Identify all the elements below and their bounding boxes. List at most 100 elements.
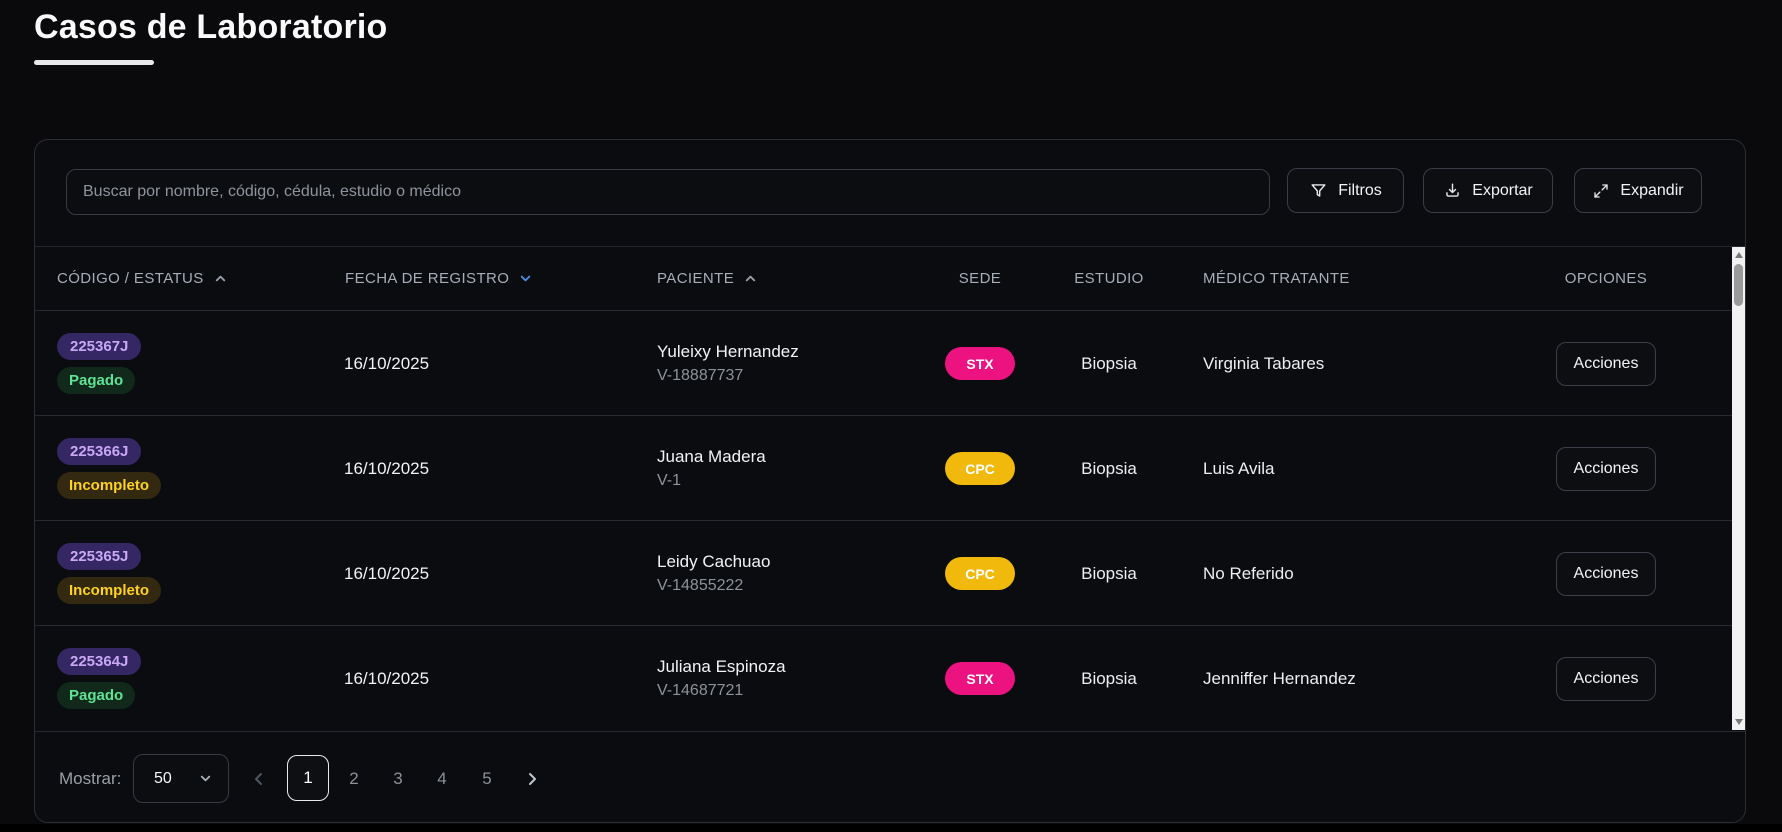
sort-desc-active-icon xyxy=(518,271,533,286)
expand-button-label: Expandir xyxy=(1620,181,1684,199)
cases-card: Filtros Exportar Expandir CÓDIGO / ESTAT… xyxy=(34,139,1746,823)
pagination-bar: Mostrar: 50 1 2 3 4 5 xyxy=(35,731,1745,822)
study-cell: Biopsia xyxy=(1081,458,1137,478)
sede-cell: STX xyxy=(920,311,1040,416)
column-label: ESTUDIO xyxy=(1074,270,1144,287)
date-cell: 16/10/2025 xyxy=(344,563,430,583)
case-code-badge: 225367J xyxy=(57,333,142,360)
column-label: SEDE xyxy=(958,270,1002,287)
column-header-code-status[interactable]: CÓDIGO / ESTATUS xyxy=(57,247,228,310)
patient-cell: Yuleixy Hernandez V-18887737 xyxy=(657,311,917,416)
column-label: PACIENTE xyxy=(657,270,735,287)
table-row: 225367J Pagado 16/10/2025 Yuleixy Hernan… xyxy=(35,310,1745,416)
actions-cell: Acciones xyxy=(1546,311,1666,416)
code-status-cell: 225367J Pagado xyxy=(57,311,142,416)
sede-badge: STX xyxy=(945,347,1015,380)
sede-cell: STX xyxy=(920,626,1040,731)
status-badge: Pagado xyxy=(57,682,136,709)
doctor-cell: Jenniffer Hernandez xyxy=(1203,668,1356,688)
bottom-strip xyxy=(0,824,1782,832)
study-cell: Biopsia xyxy=(1081,668,1137,688)
code-status-cell: 225365J Incompleto xyxy=(57,521,162,626)
previous-page-button[interactable] xyxy=(247,732,271,822)
download-icon xyxy=(1443,181,1462,200)
date-cell: 16/10/2025 xyxy=(344,668,430,688)
column-label: MÉDICO TRATANTE xyxy=(1203,270,1350,287)
scrollbar-thumb[interactable] xyxy=(1734,264,1743,306)
actions-cell: Acciones xyxy=(1546,626,1666,731)
filters-button[interactable]: Filtros xyxy=(1287,168,1404,213)
chevron-down-icon xyxy=(198,771,213,786)
page-button-5[interactable]: 5 xyxy=(469,732,505,822)
column-header-sede: SEDE xyxy=(920,247,1040,310)
status-badge: Pagado xyxy=(57,367,136,394)
study-cell: Biopsia xyxy=(1081,353,1137,373)
patient-cell: Leidy Cachuao V-14855222 xyxy=(657,521,917,626)
column-label: CÓDIGO / ESTATUS xyxy=(57,270,204,287)
patient-document: V-14855222 xyxy=(657,577,744,594)
export-button-label: Exportar xyxy=(1472,181,1533,199)
case-code-badge: 225366J xyxy=(57,438,142,465)
expand-button[interactable]: Expandir xyxy=(1574,168,1702,213)
sede-badge: CPC xyxy=(945,452,1015,485)
search-input[interactable] xyxy=(66,169,1270,215)
sede-cell: CPC xyxy=(920,521,1040,626)
doctor-cell: No Referido xyxy=(1203,563,1294,583)
actions-button[interactable]: Acciones xyxy=(1556,551,1656,596)
case-code-badge: 225364J xyxy=(57,648,142,675)
laboratory-cases-page: Casos de Laboratorio Filtros Exportar Ex… xyxy=(0,0,1782,832)
patient-document: V-1 xyxy=(657,472,682,489)
status-badge: Incompleto xyxy=(57,472,162,499)
page-size-select[interactable]: 50 xyxy=(133,754,229,803)
study-cell: Biopsia xyxy=(1081,563,1137,583)
column-label: FECHA DE REGISTRO xyxy=(345,270,510,287)
patient-document: V-14687721 xyxy=(657,682,744,699)
filters-button-label: Filtros xyxy=(1338,181,1382,199)
patient-cell: Juana Madera V-1 xyxy=(657,416,917,521)
column-header-study: ESTUDIO xyxy=(1049,247,1169,310)
column-header-patient[interactable]: PACIENTE xyxy=(657,247,758,310)
date-cell: 16/10/2025 xyxy=(344,458,430,478)
table-header: CÓDIGO / ESTATUS FECHA DE REGISTRO PACIE… xyxy=(35,247,1745,310)
sede-badge: STX xyxy=(945,662,1015,695)
patient-document: V-18887737 xyxy=(657,367,744,384)
page-size-label: Mostrar: xyxy=(59,768,122,788)
table-row: 225366J Incompleto 16/10/2025 Juana Made… xyxy=(35,415,1745,521)
patient-name: Yuleixy Hernandez xyxy=(657,342,799,361)
sede-cell: CPC xyxy=(920,416,1040,521)
scroll-up-arrow[interactable] xyxy=(1732,248,1745,262)
case-code-badge: 225365J xyxy=(57,543,142,570)
export-button[interactable]: Exportar xyxy=(1423,168,1553,213)
filter-icon xyxy=(1309,181,1328,200)
page-button-4[interactable]: 4 xyxy=(424,732,460,822)
actions-button[interactable]: Acciones xyxy=(1556,446,1656,491)
column-header-date[interactable]: FECHA DE REGISTRO xyxy=(345,247,533,310)
patient-name: Leidy Cachuao xyxy=(657,552,771,571)
sort-asc-icon xyxy=(213,271,228,286)
table-row: 225365J Incompleto 16/10/2025 Leidy Cach… xyxy=(35,520,1745,626)
next-page-button[interactable] xyxy=(520,732,544,822)
title-underline xyxy=(34,60,154,65)
code-status-cell: 225366J Incompleto xyxy=(57,416,162,521)
column-header-doctor: MÉDICO TRATANTE xyxy=(1203,247,1350,310)
sort-asc-icon xyxy=(743,271,758,286)
doctor-cell: Luis Avila xyxy=(1203,458,1275,478)
page-button-3[interactable]: 3 xyxy=(380,732,416,822)
vertical-scrollbar[interactable] xyxy=(1732,247,1745,730)
code-status-cell: 225364J Pagado xyxy=(57,626,142,731)
table-row: 225364J Pagado 16/10/2025 Juliana Espino… xyxy=(35,625,1745,731)
actions-cell: Acciones xyxy=(1546,521,1666,626)
actions-cell: Acciones xyxy=(1546,416,1666,521)
expand-icon xyxy=(1592,182,1610,200)
actions-button[interactable]: Acciones xyxy=(1556,341,1656,386)
page-button-1[interactable]: 1 xyxy=(287,755,329,801)
doctor-cell: Virginia Tabares xyxy=(1203,353,1325,373)
actions-button[interactable]: Acciones xyxy=(1556,656,1656,701)
scroll-down-arrow[interactable] xyxy=(1732,715,1745,729)
page-size-value: 50 xyxy=(154,769,172,787)
patient-cell: Juliana Espinoza V-14687721 xyxy=(657,626,917,731)
page-title: Casos de Laboratorio xyxy=(34,8,388,46)
page-button-2[interactable]: 2 xyxy=(336,732,372,822)
date-cell: 16/10/2025 xyxy=(344,353,430,373)
column-label: OPCIONES xyxy=(1564,270,1648,287)
